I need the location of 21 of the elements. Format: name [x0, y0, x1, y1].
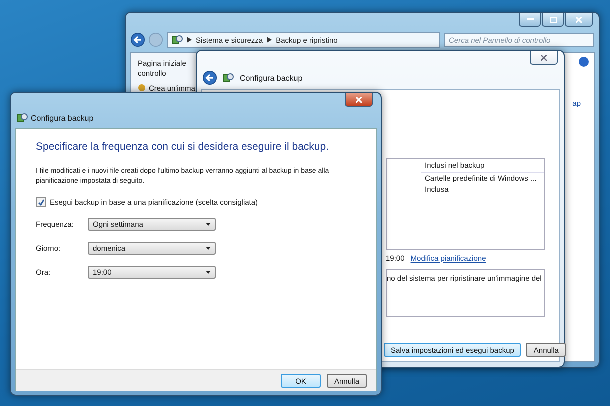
close-button[interactable] [530, 51, 558, 65]
close-icon [576, 16, 582, 22]
dialog-heading: Specificare la frequenza con cui si desidera eseguire il backup. [36, 141, 330, 153]
dropdown-arrow-icon [206, 271, 211, 274]
close-button[interactable] [345, 93, 373, 107]
back-button-icon[interactable] [131, 33, 145, 47]
wizard-title: Configura backup [240, 74, 303, 82]
minimize-button[interactable] [519, 13, 541, 27]
minimize-icon [526, 18, 534, 21]
chevron-right-icon [267, 37, 272, 43]
back-arrow-icon[interactable] [203, 71, 217, 85]
close-icon [356, 96, 362, 102]
close-button[interactable] [565, 13, 593, 27]
dropdown-arrow-icon [206, 247, 211, 250]
check-icon [38, 198, 44, 206]
schedule-checkbox[interactable] [36, 197, 46, 207]
maximize-icon [550, 16, 556, 22]
dropdown-arrow-icon [206, 223, 211, 226]
maximize-button[interactable] [542, 13, 564, 27]
dialog-title: Configura backup [31, 114, 94, 123]
close-icon [541, 54, 547, 60]
